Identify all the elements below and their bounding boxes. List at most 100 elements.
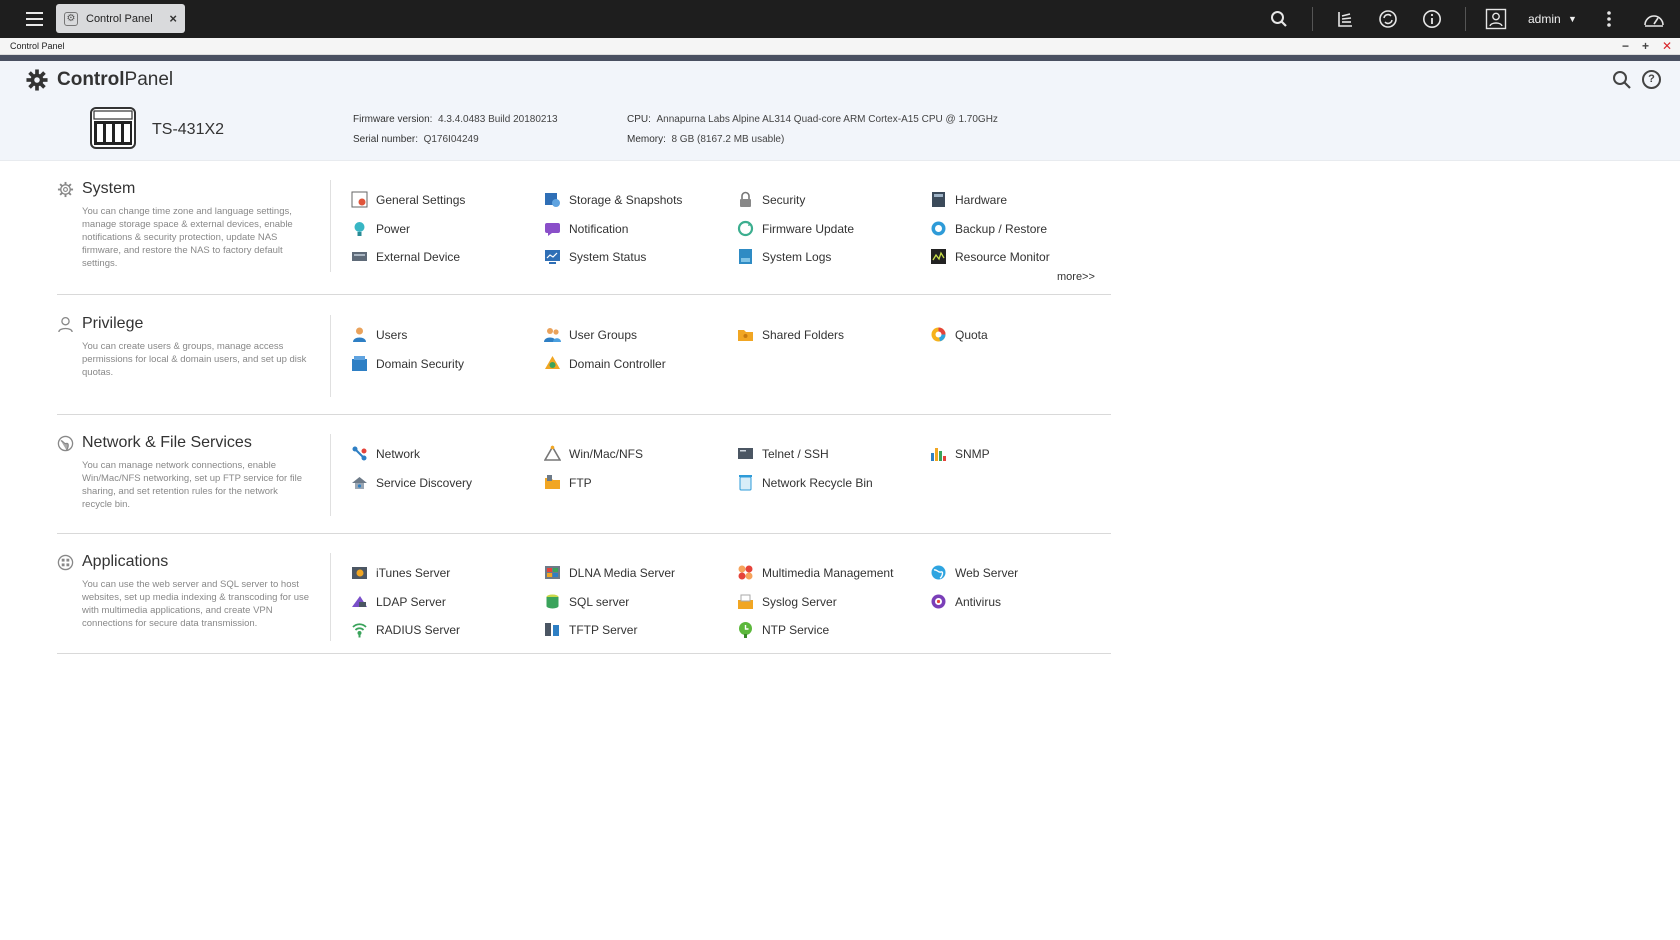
- background-tasks-icon[interactable]: [1377, 8, 1399, 30]
- ntp-service-item[interactable]: NTP Service: [737, 621, 829, 638]
- dlna-media-server-icon: [545, 566, 560, 579]
- apps-grid-icon: [57, 554, 74, 571]
- resource-monitor-item[interactable]: Resource Monitor: [930, 248, 1050, 265]
- sql-server-item[interactable]: SQL server: [544, 593, 629, 610]
- terminal-icon: [738, 448, 753, 459]
- general-settings-item[interactable]: General Settings: [351, 191, 465, 208]
- section-system: System You can change time zone and lang…: [57, 180, 1111, 295]
- section-divider: [330, 553, 331, 641]
- minimize-icon[interactable]: −: [1622, 38, 1629, 55]
- service-discovery-icon: [352, 477, 367, 489]
- users-item[interactable]: Users: [351, 326, 407, 343]
- dlna-media-server-item[interactable]: DLNA Media Server: [544, 564, 675, 581]
- tftp-server-item[interactable]: TFTP Server: [544, 621, 637, 638]
- win-mac-nfs-item[interactable]: Win/Mac/NFS: [544, 445, 643, 462]
- task-stack-icon[interactable]: [1334, 8, 1356, 30]
- tab-control-panel[interactable]: ⚙ Control Panel ×: [56, 4, 185, 33]
- telnet-ssh-item[interactable]: Telnet / SSH: [737, 445, 829, 462]
- section-description: You can manage network connections, enab…: [82, 460, 302, 510]
- network-item[interactable]: Network: [351, 445, 420, 462]
- hardware-item[interactable]: Hardware: [930, 191, 1007, 208]
- dashboard-gauge-icon[interactable]: [1641, 8, 1667, 30]
- section-title: Applications: [82, 553, 169, 570]
- memory-info: Memory: 8 GB (8167.2 MB usable): [627, 134, 785, 145]
- globe-icon: [57, 435, 74, 452]
- tab-label: Control Panel: [86, 12, 153, 25]
- antivirus-icon: [931, 594, 946, 609]
- radius-server-item[interactable]: RADIUS Server: [351, 621, 460, 638]
- ldap-server-item[interactable]: LDAP Server: [351, 593, 446, 610]
- section-privilege: Privilege You can create users & groups,…: [57, 315, 1111, 415]
- section-description: You can use the web server and SQL serve…: [82, 579, 310, 629]
- radius-server-icon: [352, 623, 367, 638]
- domain-security-item[interactable]: Domain Security: [351, 355, 464, 372]
- antivirus-item[interactable]: Antivirus: [930, 593, 1001, 610]
- syslog-server-icon: [738, 594, 753, 609]
- close-icon[interactable]: ✕: [1662, 38, 1672, 55]
- search-icon[interactable]: [1268, 8, 1290, 30]
- storage-snapshots-icon: [545, 193, 560, 207]
- snmp-item[interactable]: SNMP: [930, 445, 990, 462]
- ftp-item[interactable]: FTP: [544, 474, 592, 491]
- web-server-item[interactable]: Web Server: [930, 564, 1018, 581]
- cpu-info: CPU: Annapurna Labs Alpine AL314 Quad-co…: [627, 114, 998, 125]
- system-logs-icon: [739, 249, 752, 264]
- power-icon: [354, 222, 365, 236]
- firmware-update-icon: [737, 220, 754, 237]
- section-divider: [330, 315, 331, 397]
- security-item[interactable]: Security: [737, 191, 805, 208]
- network-recycle-bin-item[interactable]: Network Recycle Bin: [737, 474, 873, 491]
- user-avatar-icon[interactable]: [1485, 8, 1507, 30]
- network-icon: [352, 446, 367, 461]
- system-status-icon: [545, 250, 560, 264]
- multimedia-management-icon: [738, 565, 753, 580]
- gear-icon: [26, 69, 48, 91]
- hardware-icon: [932, 192, 945, 207]
- top-bar: ⚙ Control Panel × admin ▼: [0, 0, 1680, 38]
- service-discovery-item[interactable]: Service Discovery: [351, 474, 472, 491]
- notification-item[interactable]: Notification: [544, 220, 628, 237]
- web-server-icon: [931, 565, 946, 580]
- shared-folders-item[interactable]: Shared Folders: [737, 326, 844, 343]
- info-icon[interactable]: [1421, 8, 1443, 30]
- help-icon[interactable]: ?: [1642, 70, 1661, 89]
- domain-controller-item[interactable]: Domain Controller: [544, 355, 666, 372]
- main-menu-icon[interactable]: [18, 6, 50, 32]
- tab-close-icon[interactable]: ×: [169, 11, 177, 26]
- itunes-server-item[interactable]: iTunes Server: [351, 564, 450, 581]
- power-item[interactable]: Power: [351, 220, 410, 237]
- device-model: TS-431X2: [152, 121, 225, 138]
- itunes-server-icon: [352, 567, 367, 579]
- system-status-item[interactable]: System Status: [544, 248, 646, 265]
- multimedia-management-item[interactable]: Multimedia Management: [737, 564, 893, 581]
- system-logs-item[interactable]: System Logs: [737, 248, 831, 265]
- nas-device-icon: [90, 107, 136, 149]
- chevron-down-icon[interactable]: ▼: [1568, 14, 1577, 24]
- syslog-server-item[interactable]: Syslog Server: [737, 593, 837, 610]
- window-title-bar: Control Panel − + ✕: [0, 38, 1680, 55]
- user-name[interactable]: admin: [1528, 12, 1561, 26]
- notification-icon: [545, 223, 560, 236]
- general-settings-icon: [351, 191, 368, 208]
- sql-server-icon: [546, 594, 559, 609]
- win-mac-nfs-icon: [544, 445, 561, 461]
- backup-restore-item[interactable]: Backup / Restore: [930, 220, 1047, 237]
- external-device-item[interactable]: External Device: [351, 248, 460, 265]
- lock-icon: [740, 191, 751, 207]
- domain-controller-icon: [545, 356, 560, 369]
- maximize-icon[interactable]: +: [1642, 38, 1649, 55]
- quota-item[interactable]: Quota: [930, 326, 988, 343]
- toolbar-divider: [1312, 7, 1313, 31]
- more-options-icon[interactable]: [1598, 8, 1620, 30]
- section-description: You can create users & groups, manage ac…: [82, 341, 307, 378]
- quota-pie-icon: [931, 327, 946, 342]
- recycle-bin-icon: [739, 475, 752, 491]
- users-icon: [353, 327, 366, 342]
- user-groups-item[interactable]: User Groups: [544, 326, 637, 343]
- search-icon[interactable]: [1612, 70, 1632, 90]
- firmware-update-item[interactable]: Firmware Update: [737, 220, 854, 237]
- resource-monitor-icon: [931, 249, 946, 264]
- section-description: You can change time zone and language se…: [82, 206, 293, 269]
- more-link[interactable]: more>>: [1057, 271, 1095, 283]
- storage-snapshots-item[interactable]: Storage & Snapshots: [544, 191, 682, 208]
